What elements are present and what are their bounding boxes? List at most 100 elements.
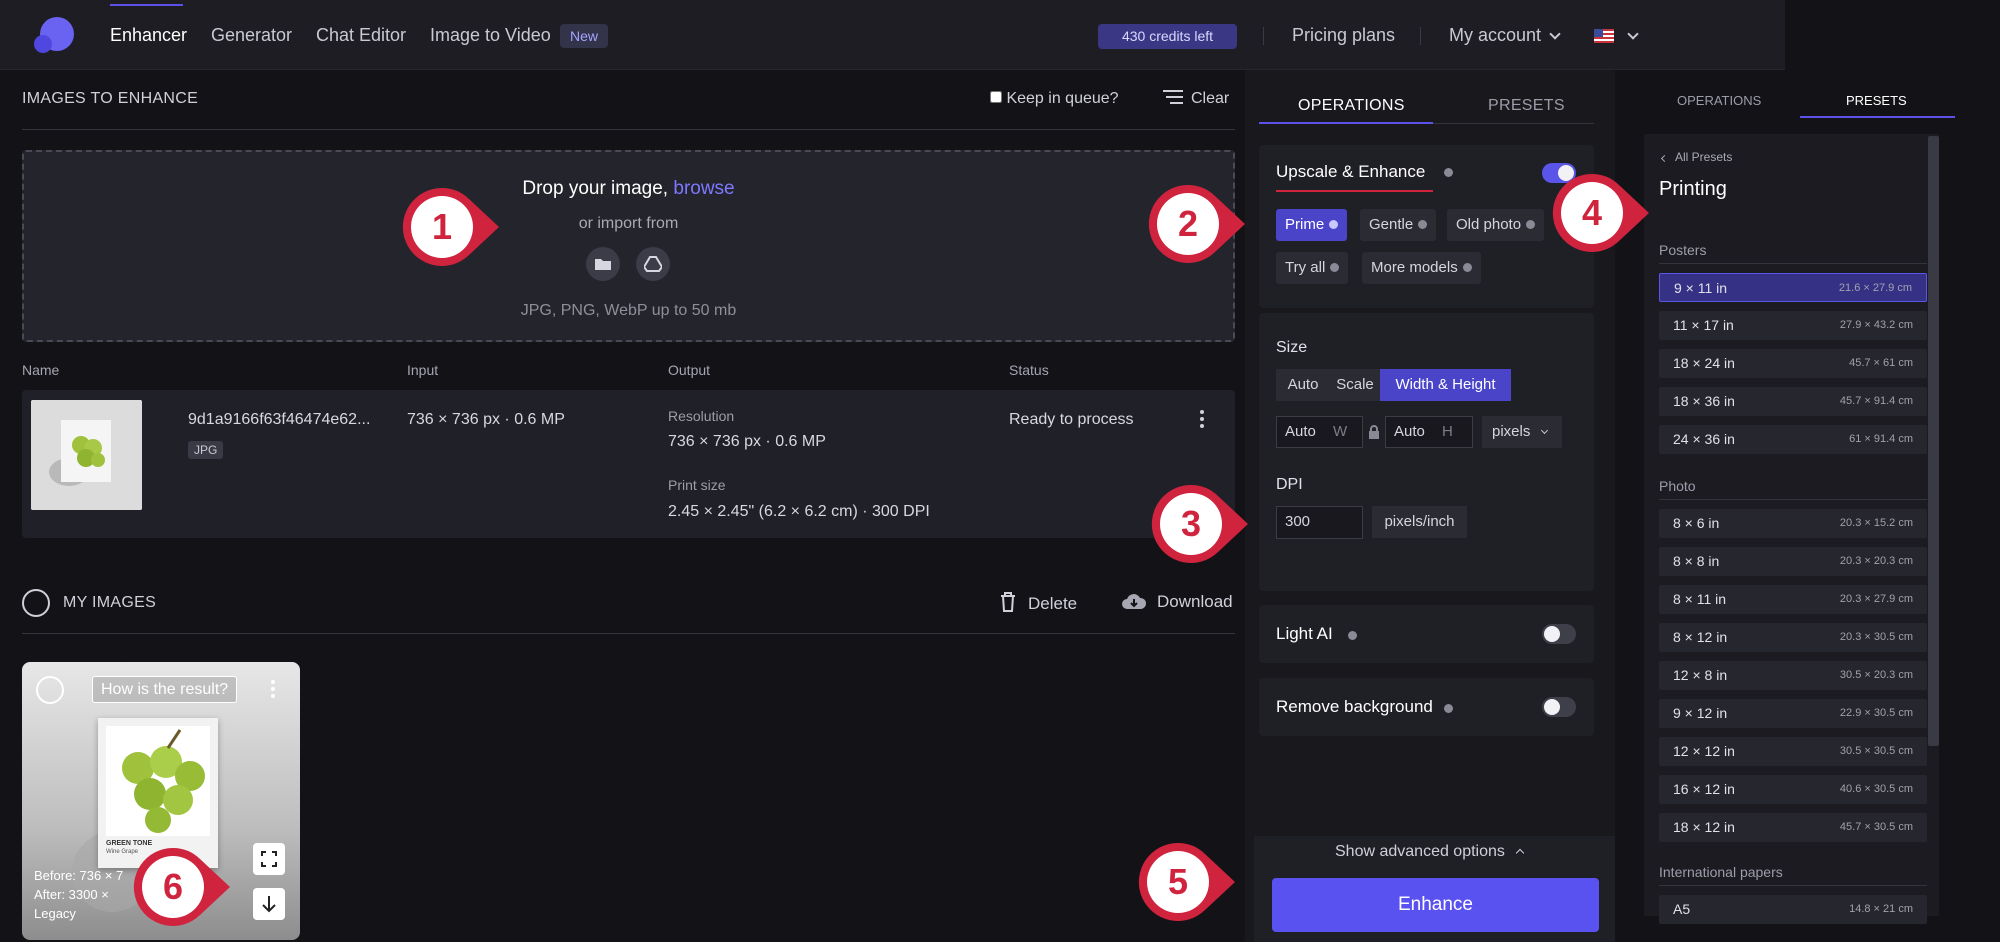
unit-select[interactable]: pixels [1482, 416, 1562, 448]
print-size-label: Print size [668, 477, 726, 493]
presets-tab-operations[interactable]: OPERATIONS [1677, 93, 1761, 108]
new-badge: New [560, 24, 609, 48]
status-text: Ready to process [1009, 411, 1134, 428]
feedback-prompt[interactable]: How is the result? [92, 676, 238, 703]
height-input[interactable]: Auto H [1385, 416, 1473, 448]
keep-in-queue-toggle[interactable]: Keep in queue? [990, 90, 1119, 108]
image-thumbnail[interactable] [31, 400, 142, 510]
clear-button[interactable]: Clear [1163, 90, 1229, 108]
preset-row[interactable]: 12 × 8 in 30.5 × 20.3 cm [1659, 661, 1927, 690]
dpi-input[interactable]: 300 [1276, 506, 1363, 539]
fullscreen-icon[interactable] [253, 843, 285, 875]
preset-cm: 14.8 × 21 cm [1849, 903, 1913, 915]
preset-cm: 20.3 × 15.2 cm [1839, 517, 1913, 529]
download-arrow-icon[interactable] [253, 888, 285, 920]
preset-cm: 30.5 × 30.5 cm [1839, 745, 1913, 757]
unit-value: pixels [1492, 423, 1531, 440]
callout-number: 3 [1180, 503, 1202, 544]
row-menu-icon[interactable] [1200, 410, 1204, 428]
size-auto[interactable]: Auto [1276, 369, 1330, 401]
light-ai-label: Light AI [1276, 624, 1333, 643]
preset-size: 9 × 12 in [1673, 705, 1728, 721]
keep-in-queue-checkbox[interactable] [990, 91, 1002, 103]
preset-row[interactable]: 16 × 12 in 40.6 × 30.5 cm [1659, 775, 1927, 804]
size-width-height[interactable]: Width & Height [1380, 369, 1511, 401]
select-image-radio[interactable] [36, 676, 64, 704]
model-try-all[interactable]: Try all [1276, 252, 1349, 284]
cloud-download-icon [1122, 594, 1147, 609]
preset-size: 11 × 17 in [1673, 317, 1734, 333]
nav-image-to-video[interactable]: Image to Video [430, 25, 551, 46]
credits-badge[interactable]: 430 credits left [1098, 24, 1237, 49]
preset-size: 16 × 12 in [1673, 781, 1735, 797]
us-flag-icon[interactable] [1594, 29, 1614, 43]
preset-cm: 45.7 × 61 cm [1849, 357, 1913, 369]
presets-active-tab-indicator [1800, 116, 1955, 118]
lock-icon[interactable] [1368, 425, 1380, 439]
queue-row[interactable]: 9d1a9166f63f46474e62... JPG 736 × 736 px… [22, 390, 1235, 538]
back-to-presets[interactable]: All Presets [1660, 150, 1732, 164]
preset-row[interactable]: 8 × 11 in 20.3 × 27.9 cm [1659, 585, 1927, 614]
light-ai-toggle[interactable] [1542, 624, 1576, 644]
tab-presets[interactable]: PRESETS [1488, 97, 1565, 115]
category-divider [1659, 885, 1927, 886]
app-logo[interactable] [34, 17, 74, 53]
model-more[interactable]: More models [1362, 252, 1481, 284]
preset-row[interactable]: A5 14.8 × 21 cm [1659, 895, 1927, 924]
preset-row[interactable]: 8 × 12 in 20.3 × 30.5 cm [1659, 623, 1927, 652]
remove-bg-toggle[interactable] [1542, 697, 1576, 717]
nav-pricing[interactable]: Pricing plans [1292, 25, 1395, 46]
model-prime-label: Prime [1285, 216, 1325, 233]
print-size: 2.45 × 2.45" (6.2 × 6.2 cm) · 300 DPI [668, 503, 930, 520]
tab-operations[interactable]: OPERATIONS [1298, 97, 1405, 115]
folder-import-icon[interactable] [586, 247, 620, 281]
browse-link[interactable]: browse [673, 178, 734, 199]
trash-icon [1001, 592, 1015, 612]
info-icon[interactable] [1444, 704, 1453, 713]
select-all-radio[interactable] [22, 589, 50, 617]
preset-row[interactable]: 8 × 6 in 20.3 × 15.2 cm [1659, 509, 1927, 538]
active-nav-indicator [110, 4, 183, 6]
delete-button[interactable]: Delete [1000, 592, 1077, 614]
preset-size: 12 × 8 in [1673, 667, 1728, 683]
language-chevron-icon[interactable] [1627, 28, 1639, 40]
card-menu-icon[interactable] [271, 680, 275, 698]
account-menu[interactable]: My account [1449, 25, 1561, 46]
preset-size: 8 × 11 in [1673, 591, 1727, 607]
model-old-photo[interactable]: Old photo [1447, 209, 1545, 241]
preset-row[interactable]: 9 × 11 in 21.6 × 27.9 cm [1659, 273, 1927, 302]
category-divider [1659, 263, 1927, 264]
nav-chat-editor[interactable]: Chat Editor [316, 25, 406, 46]
preset-size: 9 × 11 in [1674, 280, 1728, 296]
preset-row[interactable]: 18 × 36 in 45.7 × 91.4 cm [1659, 387, 1927, 416]
nav-enhancer[interactable]: Enhancer [110, 25, 187, 46]
callout-marker-6: 6 [133, 846, 230, 928]
nav-generator[interactable]: Generator [211, 25, 292, 46]
preset-row[interactable]: 8 × 8 in 20.3 × 20.3 cm [1659, 547, 1927, 576]
preset-size: 8 × 6 in [1673, 515, 1720, 531]
advanced-options-toggle[interactable]: Show advanced options [1335, 843, 1525, 861]
model-name: Legacy [34, 906, 76, 921]
preset-row[interactable]: 18 × 12 in 45.7 × 30.5 cm [1659, 813, 1927, 842]
width-input[interactable]: Auto W [1276, 416, 1363, 448]
intl-category: International papers [1659, 864, 1783, 880]
preset-size: A5 [1673, 901, 1691, 917]
light-ai-card: Light AI [1259, 605, 1594, 663]
model-prime[interactable]: Prime [1276, 209, 1348, 241]
preset-row[interactable]: 12 × 12 in 30.5 × 30.5 cm [1659, 737, 1927, 766]
download-button[interactable]: Download [1121, 592, 1233, 612]
preset-row[interactable]: 11 × 17 in 27.9 × 43.2 cm [1659, 311, 1927, 340]
preset-row[interactable]: 9 × 12 in 22.9 × 30.5 cm [1659, 699, 1927, 728]
size-scale[interactable]: Scale [1330, 369, 1380, 401]
image-dropzone[interactable]: Drop your image, browse or import from J… [22, 150, 1235, 342]
presets-scrollbar[interactable] [1928, 136, 1939, 746]
enhance-button[interactable]: Enhance [1272, 878, 1599, 932]
info-icon[interactable] [1444, 168, 1453, 177]
info-icon[interactable] [1348, 631, 1357, 640]
preset-row[interactable]: 24 × 36 in 61 × 91.4 cm [1659, 425, 1927, 454]
preset-row[interactable]: 18 × 24 in 45.7 × 61 cm [1659, 349, 1927, 378]
presets-tab-presets[interactable]: PRESETS [1846, 93, 1907, 108]
model-gentle[interactable]: Gentle [1360, 209, 1437, 241]
nav-divider [1263, 27, 1264, 45]
google-drive-icon[interactable] [636, 247, 670, 281]
